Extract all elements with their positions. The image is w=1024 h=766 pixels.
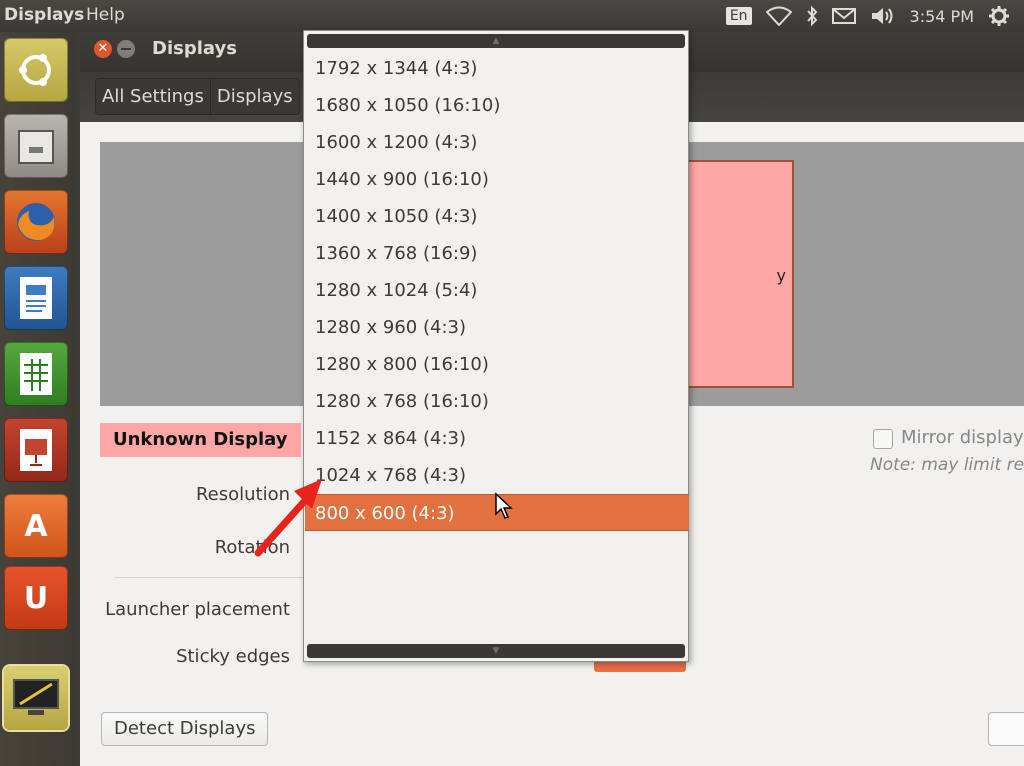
- displays-settings-icon[interactable]: [4, 666, 68, 730]
- annotation-arrow-icon: [254, 479, 322, 557]
- scroll-down-arrow[interactable]: ▼: [307, 644, 685, 658]
- monitor-preview-label: y: [776, 266, 786, 285]
- resolution-dropdown-menu: ▲ 1792 x 1344 (4:3) 1680 x 1050 (16:10) …: [303, 30, 689, 662]
- scroll-up-arrow[interactable]: ▲: [307, 34, 685, 48]
- mail-icon[interactable]: [831, 7, 856, 25]
- calc-icon[interactable]: [4, 342, 68, 406]
- resolution-option[interactable]: 1400 x 1050 (4:3): [305, 198, 689, 235]
- resolution-option[interactable]: 1680 x 1050 (16:10): [305, 87, 689, 124]
- mirror-display-checkbox[interactable]: [873, 429, 893, 449]
- clock[interactable]: 3:54 PM: [910, 7, 974, 26]
- window-title: Displays: [152, 38, 237, 59]
- volume-icon[interactable]: [870, 6, 896, 26]
- mirror-display-label: Mirror display: [901, 427, 1024, 448]
- minimize-icon[interactable]: [117, 40, 135, 58]
- apply-button[interactable]: [988, 712, 1024, 746]
- files-icon[interactable]: [4, 114, 68, 178]
- monitor-preview[interactable]: y: [684, 160, 794, 388]
- ubuntu-dash-icon[interactable]: [4, 38, 68, 102]
- bluetooth-icon[interactable]: [806, 6, 818, 26]
- software-center-icon[interactable]: A: [4, 494, 68, 558]
- wifi-icon[interactable]: [765, 6, 792, 26]
- resolution-option[interactable]: 1280 x 768 (16:10): [305, 383, 689, 420]
- mouse-cursor-icon: [495, 492, 513, 519]
- gear-icon[interactable]: [988, 5, 1010, 27]
- resolution-option[interactable]: 1792 x 1344 (4:3): [305, 50, 689, 87]
- launcher-placement-label: Launcher placement: [105, 599, 290, 620]
- keyboard-layout-indicator[interactable]: En: [725, 7, 752, 25]
- amazon-icon[interactable]: U: [4, 566, 68, 630]
- help-menu[interactable]: Help: [86, 5, 125, 25]
- close-icon[interactable]: ✕: [94, 40, 112, 58]
- launcher: A U: [0, 32, 76, 766]
- resolution-option[interactable]: 1360 x 768 (16:9): [305, 235, 689, 272]
- firefox-icon[interactable]: [4, 190, 68, 254]
- resolution-option[interactable]: 1280 x 800 (16:10): [305, 346, 689, 383]
- resolution-option[interactable]: 1280 x 1024 (5:4): [305, 272, 689, 309]
- resolution-option[interactable]: 1600 x 1200 (4:3): [305, 124, 689, 161]
- breadcrumb-all-settings[interactable]: All Settings: [96, 79, 210, 114]
- resolution-option[interactable]: 1440 x 900 (16:10): [305, 161, 689, 198]
- writer-icon[interactable]: [4, 266, 68, 330]
- top-panel: Displays Help En 3:54 PM: [0, 0, 1024, 32]
- display-name-badge: Unknown Display: [100, 423, 301, 457]
- app-menu[interactable]: Displays: [4, 5, 84, 25]
- resolution-option[interactable]: 1280 x 960 (4:3): [305, 309, 689, 346]
- resolution-option[interactable]: 1152 x 864 (4:3): [305, 420, 689, 457]
- resolution-option[interactable]: 1024 x 768 (4:3): [305, 457, 689, 494]
- sticky-edges-label: Sticky edges: [176, 646, 290, 667]
- impress-icon[interactable]: [4, 418, 68, 482]
- breadcrumb-displays[interactable]: Displays: [209, 79, 299, 114]
- breadcrumb: All Settings Displays: [95, 78, 300, 115]
- mirror-note: Note: may limit res: [870, 455, 1024, 475]
- system-tray: En 3:54 PM: [725, 0, 1024, 32]
- detect-displays-button[interactable]: Detect Displays: [101, 712, 269, 746]
